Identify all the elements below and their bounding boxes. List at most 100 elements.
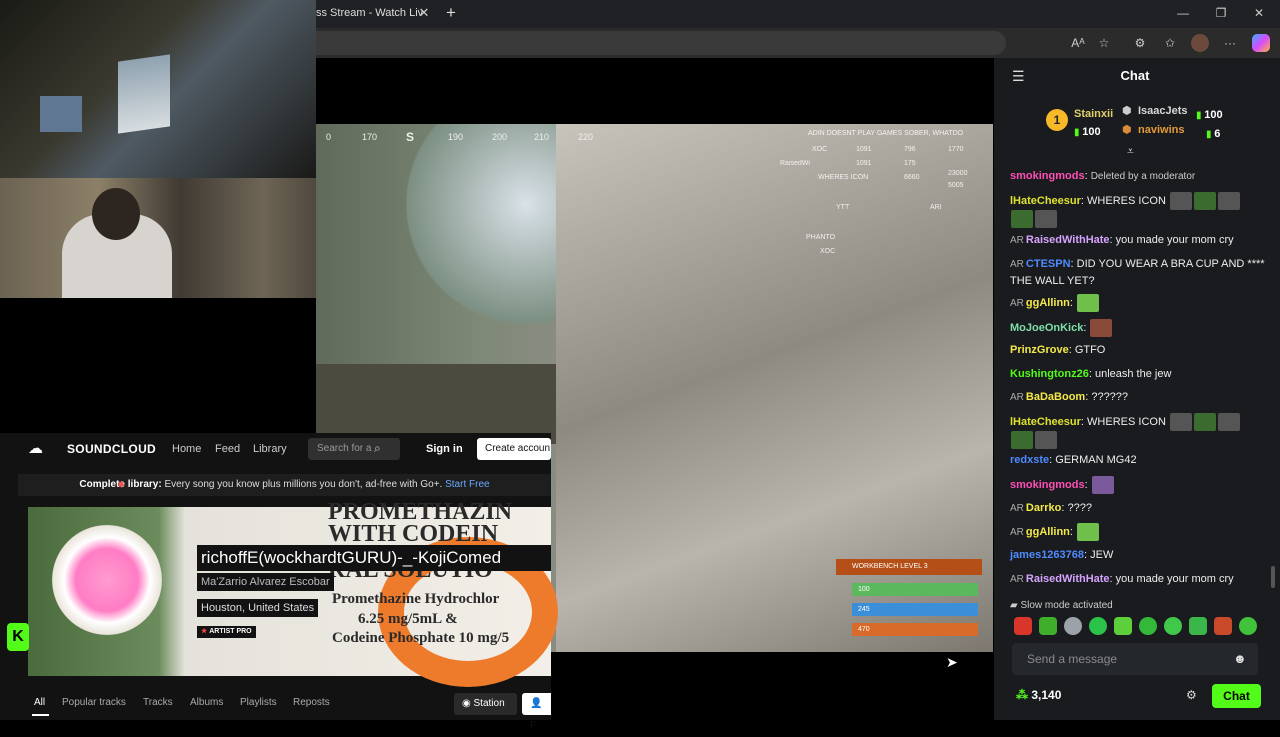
chat-username[interactable]: james1263768 xyxy=(1010,549,1084,561)
chat-username[interactable]: PrinzGrove xyxy=(1010,344,1069,356)
compass-tick: 0 xyxy=(326,132,332,142)
game-compass: 0 170 S 190 200 210 220 xyxy=(326,128,626,148)
sc-tab-albums[interactable]: Albums xyxy=(190,697,223,708)
favorites-icon[interactable]: ✩ xyxy=(1160,34,1180,52)
chat-username[interactable]: Kushingtonz26 xyxy=(1010,368,1089,380)
chat-username[interactable]: smokingmods xyxy=(1010,170,1085,182)
points-icon: ⁂ xyxy=(1016,688,1032,702)
chat-username[interactable]: Darrko xyxy=(1026,502,1061,514)
promo-start-free-link[interactable]: Start Free xyxy=(445,479,489,490)
more-icon[interactable]: ··· xyxy=(1220,34,1240,52)
chat-username[interactable]: BaDaBoom xyxy=(1026,391,1085,403)
sc-tab-playlists[interactable]: Playlists xyxy=(240,697,277,708)
copilot-icon[interactable] xyxy=(1252,34,1270,52)
favorite-star-icon[interactable]: ☆ xyxy=(1094,34,1114,52)
sc-tab-popular[interactable]: Popular tracks xyxy=(62,697,126,708)
emote-button[interactable] xyxy=(1014,617,1032,635)
sc-search-input[interactable]: Search for a xyxy=(308,438,400,460)
leader-name[interactable]: IsaacJets xyxy=(1138,105,1188,117)
chat-username[interactable]: ggAllinn xyxy=(1026,297,1070,309)
address-bar[interactable] xyxy=(316,31,1006,55)
chat-username[interactable]: RaisedWithHate xyxy=(1026,573,1110,585)
soundcloud-brand[interactable]: SOUNDCLOUD xyxy=(67,442,156,456)
emote xyxy=(1035,431,1057,449)
search-icon[interactable]: ⌕ xyxy=(374,441,381,456)
rank2-icon: ⬢ xyxy=(1122,105,1132,117)
webcam-room xyxy=(0,0,316,178)
badge-icon: AR xyxy=(1010,574,1024,585)
sc-nav-home[interactable]: Home xyxy=(172,443,201,455)
emote-button[interactable] xyxy=(1164,617,1182,635)
read-aloud-icon[interactable]: Aᴬ xyxy=(1068,34,1088,52)
chat-username[interactable]: lHateCheesur xyxy=(1010,195,1081,207)
chat-text: you made your mom cry xyxy=(1115,234,1234,246)
emote-button[interactable] xyxy=(1089,617,1107,635)
sc-artist-pro-badge: ★ ARTIST PRO xyxy=(197,626,256,638)
emote-button[interactable] xyxy=(1064,617,1082,635)
extensions-icon[interactable]: ⚙ xyxy=(1130,34,1150,52)
sc-nav-feed[interactable]: Feed xyxy=(215,443,240,455)
soundcloud-logo-icon[interactable]: ☁ xyxy=(28,440,58,458)
killfeed-entry: PHANTO xyxy=(806,234,836,241)
tab-close-icon[interactable]: ✕ xyxy=(416,5,432,21)
kick-logo: K xyxy=(7,623,29,651)
chat-username[interactable]: lHateCheesur xyxy=(1010,416,1081,428)
workbench-label: WORKBENCH LEVEL 3 xyxy=(836,559,982,575)
emote xyxy=(1193,413,1216,431)
emote-button[interactable] xyxy=(1214,617,1232,635)
sc-nav-library[interactable]: Library xyxy=(253,443,287,455)
gift-count: 100 xyxy=(1082,126,1101,138)
minimize-button[interactable]: — xyxy=(1168,4,1198,22)
slow-mode-notice: ▰ Slow mode activated xyxy=(1010,600,1113,611)
chat-scrollbar[interactable] xyxy=(1271,566,1275,588)
expand-leaderboard-icon[interactable]: ⩡ xyxy=(1127,144,1134,159)
promo-text: Every song you know plus millions you do… xyxy=(161,479,446,490)
compass-tick: 200 xyxy=(492,132,508,142)
chat-message-input[interactable]: Send a message xyxy=(1012,643,1258,675)
compass-tick: S xyxy=(406,130,415,144)
emote xyxy=(1035,210,1057,228)
chat-username[interactable]: redxste xyxy=(1010,454,1049,466)
chat-message: AR CTESPN: DID YOU WEAR A BRA CUP AND ***… xyxy=(1010,258,1265,287)
chat-username[interactable]: MoJoeOnKick xyxy=(1010,322,1083,334)
chat-settings-icon[interactable]: ⚙ xyxy=(1186,688,1197,702)
emote-button[interactable] xyxy=(1039,617,1057,635)
chat-username[interactable]: smokingmods xyxy=(1010,479,1085,491)
water-bar: 245 xyxy=(852,603,978,616)
chat-text: unleash the jew xyxy=(1094,368,1172,380)
sc-profile-banner: PROMETHAZIN WITH CODEIN RAL SOLUTIO Prom… xyxy=(28,499,558,687)
chat-send-button[interactable]: Chat xyxy=(1212,684,1261,708)
promo-star-icon: ✸ xyxy=(117,480,126,491)
chat-username[interactable]: RaisedWithHate xyxy=(1026,234,1110,246)
tab-underline xyxy=(32,714,49,716)
chat-username[interactable]: CTESPN xyxy=(1026,258,1071,270)
sc-location: Houston, United States xyxy=(197,599,319,617)
chat-message: Kushingtonz26: unleash the jew xyxy=(1010,368,1172,380)
sc-create-account-button[interactable]: Create accoun xyxy=(477,438,551,460)
leader-name[interactable]: naviwins xyxy=(1138,124,1184,136)
chat-messages: smokingmods: Deleted by a moderator lHat… xyxy=(1010,168,1265,593)
new-tab-button[interactable]: + xyxy=(442,4,460,22)
banner-text: WITH CODEIN xyxy=(328,521,499,547)
chat-username[interactable]: ggAllinn xyxy=(1026,526,1070,538)
sc-tab-all[interactable]: All xyxy=(34,697,45,708)
leader-name[interactable]: Stainxii xyxy=(1074,108,1113,120)
sc-tab-reposts[interactable]: Reposts xyxy=(293,697,330,708)
emote-button[interactable] xyxy=(1189,617,1207,635)
emote-button[interactable] xyxy=(1139,617,1157,635)
emote-button[interactable] xyxy=(1239,617,1257,635)
sc-station-button[interactable]: ◉ Station xyxy=(454,693,517,715)
channel-points[interactable]: ⁂ 3,140 xyxy=(1016,688,1061,702)
emoji-icon[interactable]: ☻ xyxy=(1233,651,1247,666)
emote-button[interactable] xyxy=(1114,617,1132,635)
sc-tab-tracks[interactable]: Tracks xyxy=(143,697,173,708)
profile-avatar[interactable] xyxy=(1191,34,1209,52)
chat-message: PrinzGrove: GTFO xyxy=(1010,344,1106,356)
maximize-button[interactable]: ❐ xyxy=(1206,4,1236,22)
sc-sign-in-button[interactable]: Sign in xyxy=(426,443,463,455)
close-window-button[interactable]: ✕ xyxy=(1244,4,1274,22)
health-bar: 100 xyxy=(852,583,978,596)
slow-mode-text: Slow mode activated xyxy=(1020,600,1113,611)
tab-title: ss Stream - Watch Liv xyxy=(316,7,424,19)
sc-follow-button[interactable]: 👤 F xyxy=(522,693,551,731)
